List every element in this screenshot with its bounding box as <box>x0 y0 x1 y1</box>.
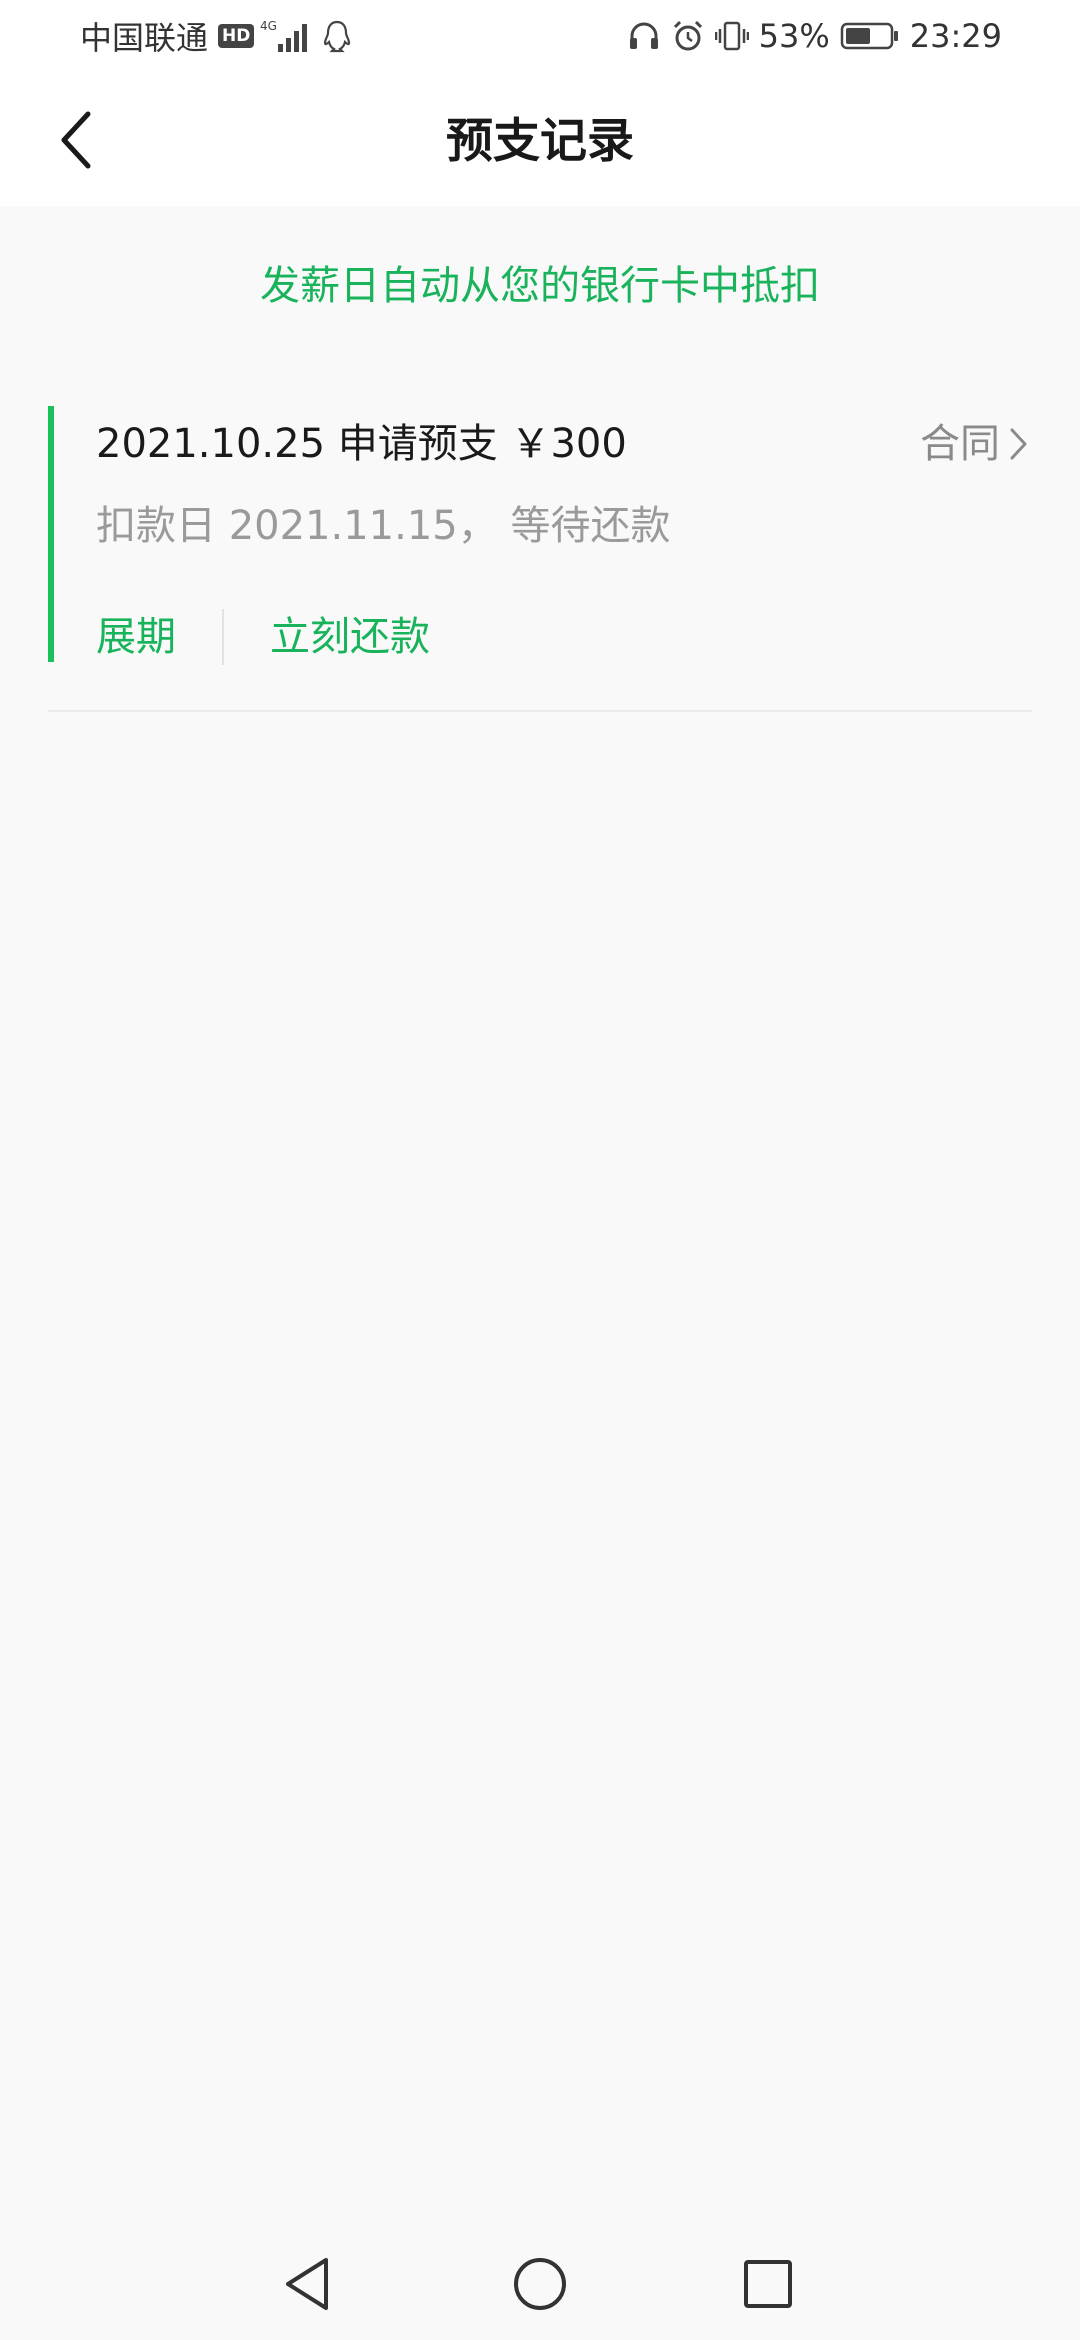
circle-home-icon <box>514 2258 566 2310</box>
status-bar: 中国联通 HD 4G 53% 23:29 <box>0 0 1080 72</box>
headphones-icon <box>627 20 661 52</box>
repay-now-button[interactable]: 立刻还款 <box>270 609 430 665</box>
clock: 23:29 <box>909 17 1002 55</box>
page-title: 预支记录 <box>446 114 634 169</box>
nav-bar: 预支记录 <box>0 72 1080 206</box>
record-subtitle: 扣款日 2021.11.15， 等待还款 <box>96 503 671 549</box>
alarm-icon <box>671 19 705 53</box>
record-title: 2021.10.25 申请预支 ￥300 <box>96 421 627 467</box>
record-separator <box>48 710 1032 712</box>
contract-label: 合同 <box>920 421 1000 467</box>
nav-recents-button[interactable] <box>730 2246 806 2322</box>
record-actions: 展期 立刻还款 <box>96 602 430 672</box>
vibrate-icon <box>714 19 749 53</box>
status-right: 53% 23:29 <box>627 16 1002 56</box>
triangle-back-icon <box>286 2258 328 2310</box>
hd-badge: HD <box>218 24 255 48</box>
status-left: 中国联通 HD 4G <box>80 16 352 57</box>
square-recents-icon <box>744 2260 792 2308</box>
battery-percent: 53% <box>758 17 830 55</box>
advance-record-item: 2021.10.25 申请预支 ￥300 合同 扣款日 2021.11.15， … <box>48 406 1032 712</box>
record-accent-bar <box>48 406 54 662</box>
battery-icon <box>840 21 900 51</box>
chevron-right-icon <box>1010 428 1027 460</box>
nav-back-button[interactable] <box>270 2246 346 2322</box>
svg-text:4G: 4G <box>260 19 277 33</box>
signal-icon: 4G <box>260 18 316 54</box>
nav-home-button[interactable] <box>502 2246 578 2322</box>
qq-icon <box>322 19 352 53</box>
action-divider <box>222 609 224 665</box>
carrier-name: 中国联通 <box>80 19 209 57</box>
system-nav-bar <box>0 2220 1080 2340</box>
extend-button[interactable]: 展期 <box>96 609 176 665</box>
deduction-notice: 发薪日自动从您的银行卡中抵扣 <box>260 263 820 309</box>
contract-link[interactable]: 合同 <box>920 416 1030 472</box>
